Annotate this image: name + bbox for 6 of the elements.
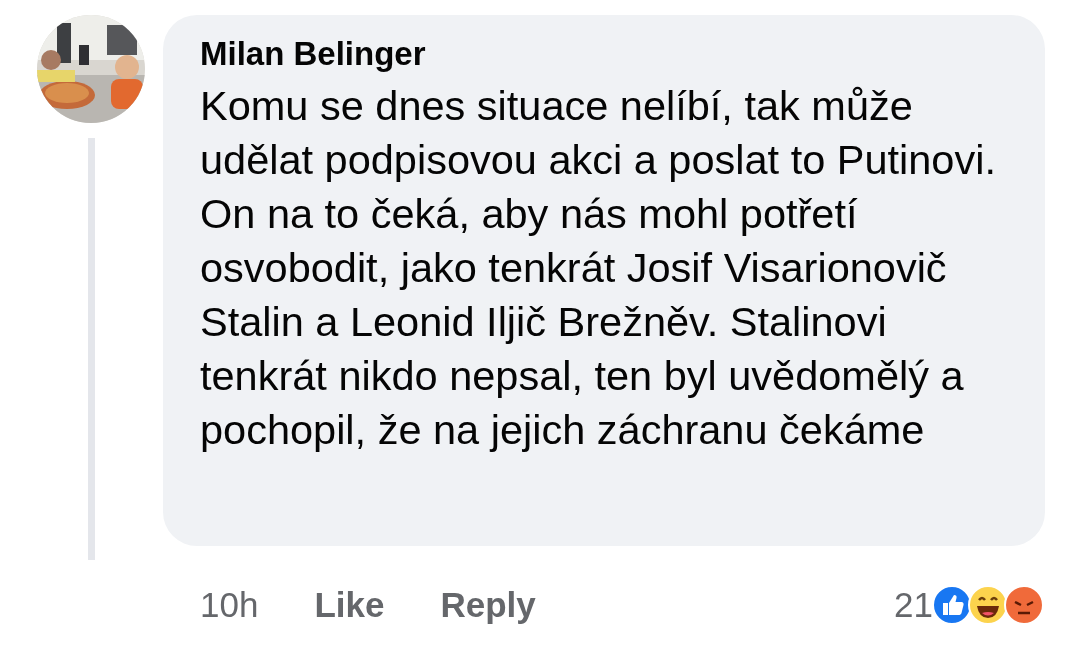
comment-text: Komu se dnes situace nelíbí, tak může udělat podpisovou akci a poslat to Putinovi. On na to čeká, aby nás mohl potřetí osvobodit, jako tenkrát Josif Visarionovič Stalin a Leonid Iljič Brežněv. Stalinovi tenkrát nikdo nepsal, ten byl uvědomělý a pochopil, že na jejich záchranu čekáme	[200, 81, 997, 455]
comment-time[interactable]: 10h	[200, 585, 259, 626]
reply-button[interactable]: Reply	[440, 585, 536, 626]
like-button[interactable]: Like	[314, 585, 385, 626]
reaction-count[interactable]: 21	[894, 585, 933, 626]
author-name[interactable]: Milan Belinger	[200, 35, 1009, 73]
